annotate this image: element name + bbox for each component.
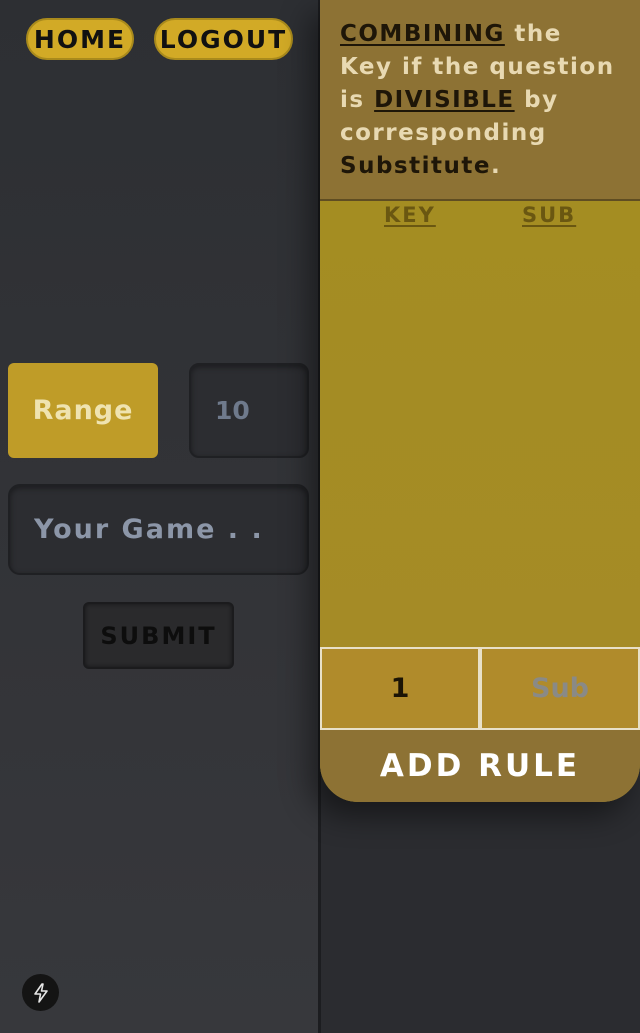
- add-rule-button[interactable]: ADD RULE: [320, 730, 640, 802]
- home-button[interactable]: HOME: [26, 18, 134, 60]
- substitute-keyword: Substitute: [340, 153, 491, 179]
- game-name-input[interactable]: [8, 484, 309, 575]
- rules-card: COMBINING the Key if the question is DIV…: [320, 0, 640, 802]
- instruction-period: .: [490, 153, 502, 179]
- lightning-bolt-icon[interactable]: [22, 974, 59, 1011]
- key-column-header: KEY: [384, 203, 436, 227]
- sub-input[interactable]: [480, 647, 640, 730]
- app-page: HOME LOGOUT Range SUBMIT COMBINING the K…: [0, 0, 640, 1033]
- range-input[interactable]: [189, 363, 309, 458]
- range-button[interactable]: Range: [8, 363, 158, 458]
- submit-button[interactable]: SUBMIT: [83, 602, 234, 669]
- key-input[interactable]: [320, 647, 480, 730]
- left-panel: HOME LOGOUT Range SUBMIT: [0, 0, 318, 1033]
- divisible-keyword: DIVISIBLE: [374, 87, 515, 113]
- rules-instructions: COMBINING the Key if the question is DIV…: [320, 0, 640, 201]
- logout-button[interactable]: LOGOUT: [154, 18, 293, 60]
- combining-keyword: COMBINING: [340, 21, 505, 47]
- sub-column-header: SUB: [522, 203, 577, 227]
- rules-list: [320, 201, 640, 647]
